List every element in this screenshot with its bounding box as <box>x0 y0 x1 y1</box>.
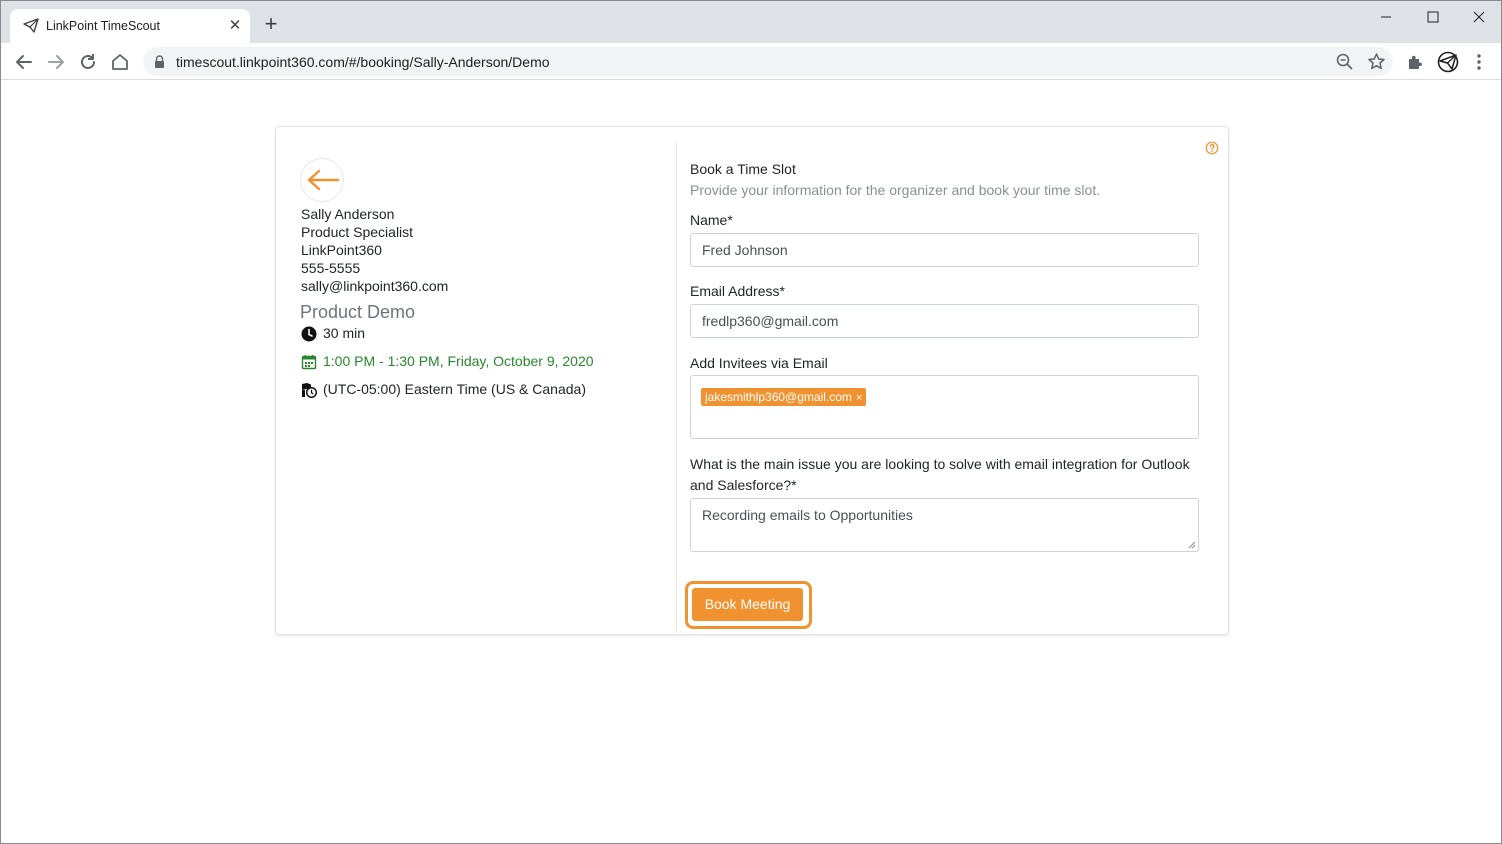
zoom-out-icon[interactable] <box>1335 52 1354 71</box>
new-tab-icon[interactable]: + <box>260 13 282 36</box>
calendar-icon <box>301 355 317 370</box>
event-title: Product Demo <box>300 302 416 322</box>
organizer-company: LinkPoint360 <box>301 242 382 258</box>
name-label: Name* <box>690 212 733 228</box>
book-meeting-button[interactable]: Book Meeting <box>692 588 803 621</box>
browser-tab[interactable]: LinkPoint TimeScout ✕ <box>10 9 250 43</box>
invitee-tag: jakesmithlp360@gmail.com × <box>701 388 867 406</box>
window-close-icon[interactable] <box>1456 6 1502 28</box>
question-label: What is the main issue you are looking t… <box>690 456 1190 493</box>
back-button[interactable] <box>300 158 344 202</box>
reload-icon[interactable] <box>76 50 100 74</box>
forward-arrow-icon[interactable] <box>44 50 68 74</box>
extensions-puzzle-icon[interactable] <box>1405 52 1425 72</box>
tab-title: LinkPoint TimeScout <box>46 19 160 33</box>
invitees-field[interactable]: jakesmithlp360@gmail.com × <box>690 375 1199 439</box>
timescout-extension-icon[interactable] <box>1437 51 1459 73</box>
email-field[interactable]: fredlp360@gmail.com <box>690 304 1199 338</box>
invitees-label: Add Invitees via Email <box>690 355 828 371</box>
maximize-icon[interactable] <box>1410 6 1456 28</box>
form-subtitle: Provide your information for the organiz… <box>690 182 1101 198</box>
tab-close-icon[interactable]: ✕ <box>226 17 244 35</box>
resize-grip-icon[interactable] <box>1188 541 1196 549</box>
event-duration: 30 min <box>323 325 366 341</box>
column-divider <box>676 143 677 633</box>
invitee-tag-email: jakesmithlp360@gmail.com <box>705 390 852 404</box>
question-textarea[interactable]: Recording emails to Opportunities <box>690 498 1199 552</box>
form-title: Book a Time Slot <box>690 161 796 177</box>
question-circle-icon[interactable] <box>1205 141 1219 155</box>
timescout-logo-icon <box>23 18 39 33</box>
globe-clock-icon <box>302 383 317 398</box>
organizer-name: Sally Anderson <box>301 206 395 222</box>
organizer-title: Product Specialist <box>301 224 414 240</box>
name-field[interactable]: Fred Johnson <box>690 233 1199 267</box>
tab-strip: LinkPoint TimeScout ✕ + <box>1 1 1501 43</box>
tag-remove-icon[interactable]: × <box>856 392 862 404</box>
event-timezone: (UTC-05:00) Eastern Time (US & Canada) <box>323 381 586 397</box>
browser-menu-icon[interactable] <box>1471 52 1487 72</box>
minimize-icon[interactable] <box>1363 6 1409 28</box>
organizer-phone: 555-5555 <box>301 260 361 276</box>
question-value: Recording emails to Opportunities <box>702 507 913 523</box>
clock-icon <box>301 326 317 342</box>
bookmark-star-icon[interactable] <box>1367 52 1386 71</box>
lock-icon[interactable] <box>154 55 165 68</box>
email-label: Email Address* <box>690 283 785 299</box>
back-arrow-icon[interactable] <box>12 50 36 74</box>
booking-card: Sally Anderson Product Specialist LinkPo… <box>275 126 1229 635</box>
arrow-left-icon <box>307 169 340 191</box>
address-bar[interactable]: timescout.linkpoint360.com/#/booking/Sal… <box>143 47 1393 76</box>
browser-window: LinkPoint TimeScout ✕ + timescout.linkpo… <box>0 0 1502 844</box>
browser-toolbar: timescout.linkpoint360.com/#/booking/Sal… <box>1 43 1501 80</box>
url-text[interactable]: timescout.linkpoint360.com/#/booking/Sal… <box>176 54 550 70</box>
organizer-email: sally@linkpoint360.com <box>301 278 449 294</box>
home-icon[interactable] <box>108 50 132 74</box>
event-time-slot: 1:00 PM - 1:30 PM, Friday, October 9, 20… <box>323 353 594 369</box>
